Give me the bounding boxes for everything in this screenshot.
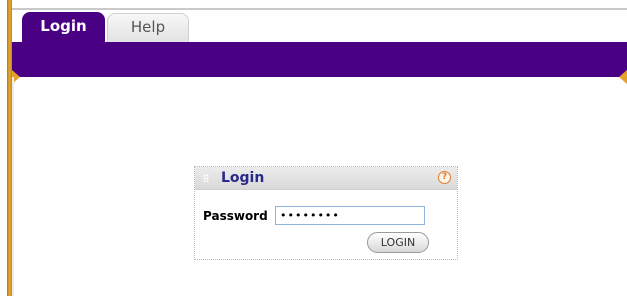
grip-icon: [203, 174, 209, 182]
help-icon[interactable]: ?: [438, 171, 451, 184]
tab-bar: Login Help: [22, 11, 189, 43]
top-divider: [12, 8, 627, 10]
band-arrow-right: [619, 70, 627, 84]
tab-help[interactable]: Help: [107, 13, 189, 43]
password-label: Password: [203, 209, 268, 223]
login-panel-header: Login ?: [195, 167, 457, 190]
login-button[interactable]: LOGIN: [367, 232, 429, 253]
tab-login[interactable]: Login: [22, 12, 105, 43]
password-input[interactable]: [275, 206, 425, 225]
login-panel-title: Login: [221, 170, 265, 186]
header-band: [12, 42, 627, 77]
login-panel: Login ? Password LOGIN: [194, 166, 458, 260]
content-edge: [12, 77, 14, 296]
page: Login Help Login ? Password LOGIN: [0, 0, 627, 296]
